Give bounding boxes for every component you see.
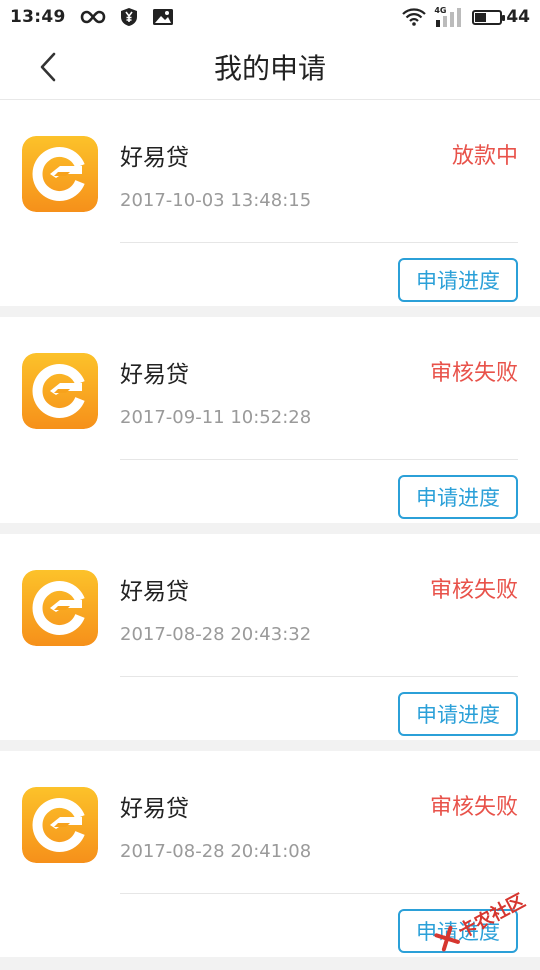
app-logo-icon bbox=[22, 353, 98, 429]
status-badge: 审核失败 bbox=[429, 578, 518, 603]
application-list: 好易贷 放款中 2017-10-03 13:48:15 申请进度 好易贷 审核失… bbox=[0, 100, 540, 968]
divider bbox=[120, 242, 518, 243]
application-progress-button[interactable]: 申请进度 bbox=[398, 258, 518, 302]
wifi-icon bbox=[402, 8, 427, 26]
header-bar: 我的申请 bbox=[0, 34, 540, 100]
battery-indicator: 44 bbox=[472, 7, 530, 27]
page-title: 我的申请 bbox=[213, 51, 326, 85]
application-time: 2017-08-28 20:41:08 bbox=[120, 841, 312, 862]
app-name: 好易贷 bbox=[120, 362, 189, 388]
battery-fill bbox=[475, 12, 486, 22]
app-logo-icon bbox=[22, 787, 98, 863]
application-card: 好易贷 审核失败 2017-08-28 20:43:32 申请进度 bbox=[0, 534, 540, 740]
signal-indicator: 4G bbox=[434, 6, 464, 28]
status-badge: 审核失败 bbox=[429, 361, 518, 386]
divider bbox=[120, 676, 518, 677]
divider bbox=[120, 459, 518, 460]
battery-level: 44 bbox=[506, 7, 530, 27]
application-card: 好易贷 放款中 2017-10-03 13:48:15 申请进度 bbox=[0, 100, 540, 306]
app-logo-icon bbox=[22, 136, 98, 212]
status-bar: 13:49 4G 44 bbox=[0, 0, 540, 34]
app-name: 好易贷 bbox=[120, 145, 189, 171]
app-logo-icon bbox=[22, 570, 98, 646]
application-time: 2017-08-28 20:43:32 bbox=[120, 624, 312, 645]
status-badge: 放款中 bbox=[451, 144, 518, 169]
application-card: 好易贷 审核失败 2017-09-11 10:52:28 申请进度 bbox=[0, 317, 540, 523]
divider bbox=[120, 893, 518, 894]
app-name: 好易贷 bbox=[120, 796, 189, 822]
battery-icon bbox=[472, 9, 506, 25]
status-badge: 审核失败 bbox=[429, 795, 518, 820]
status-time: 13:49 bbox=[10, 7, 66, 27]
yen-shield-icon bbox=[120, 8, 137, 26]
signal-bars-icon bbox=[436, 8, 462, 27]
application-progress-button[interactable]: 申请进度 bbox=[398, 692, 518, 736]
chevron-left-icon[interactable] bbox=[34, 51, 64, 83]
application-progress-button[interactable]: 申请进度 bbox=[398, 475, 518, 519]
application-time: 2017-10-03 13:48:15 bbox=[120, 190, 312, 211]
photo-icon bbox=[152, 9, 173, 25]
watermark-text: 卡农社区 bbox=[455, 890, 529, 943]
application-time: 2017-09-11 10:52:28 bbox=[120, 407, 312, 428]
infinity-icon bbox=[80, 10, 105, 24]
app-name: 好易贷 bbox=[120, 579, 189, 605]
